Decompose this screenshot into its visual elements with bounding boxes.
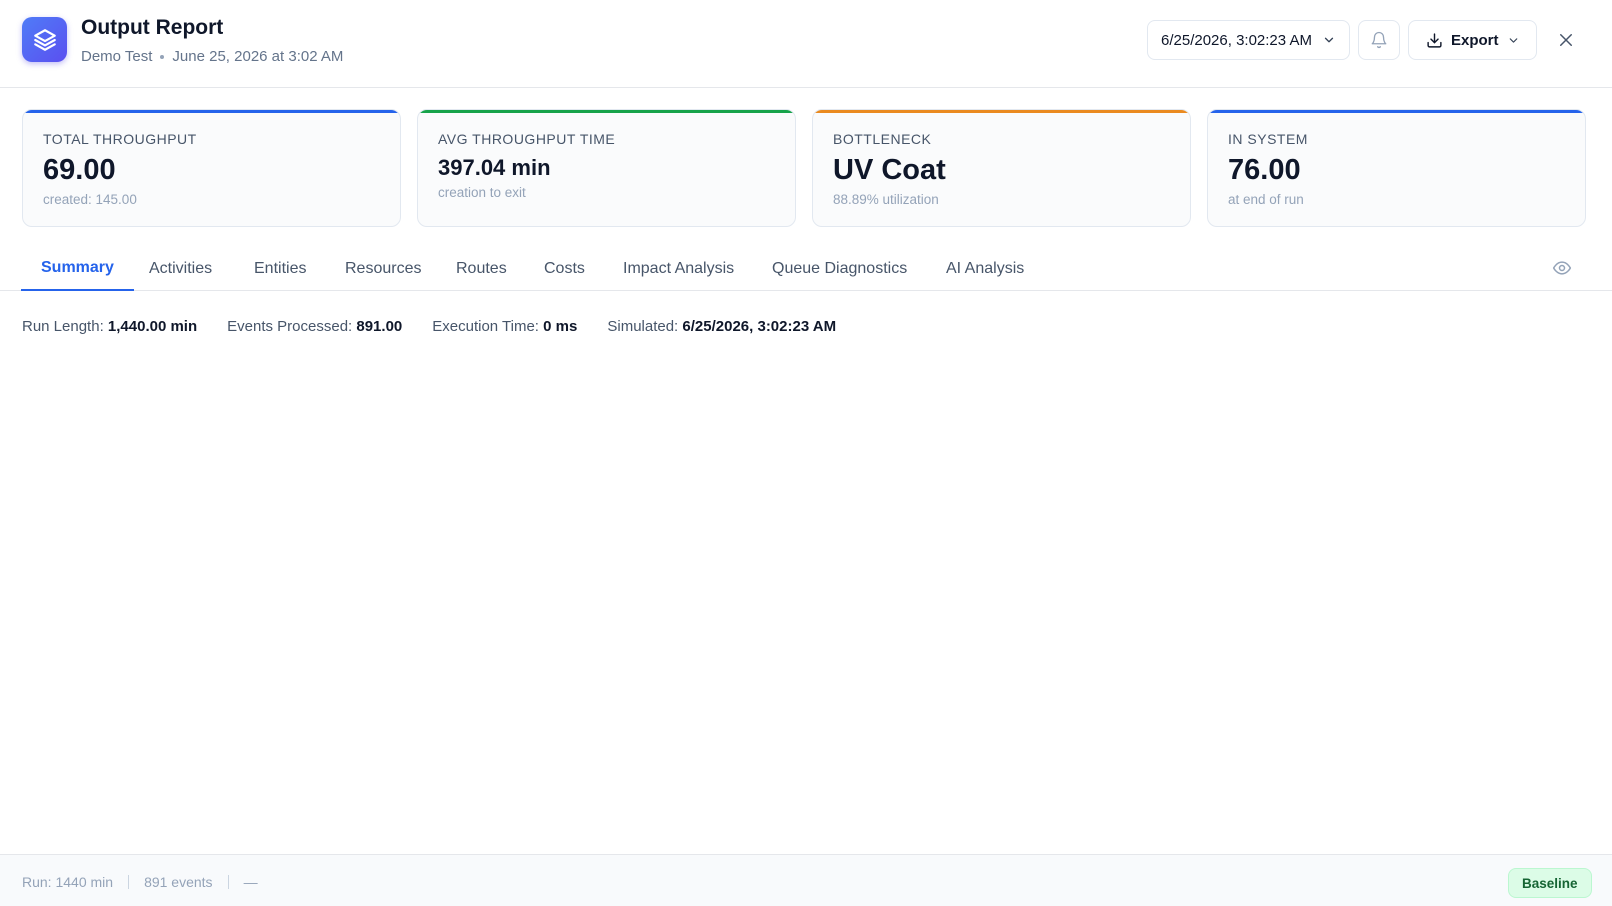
run-selector-dropdown[interactable]: 6/25/2026, 3:02:23 AM <box>1147 20 1350 60</box>
download-icon <box>1427 32 1442 48</box>
stat-label: Execution Time: <box>432 318 539 335</box>
stat-execution-time: Execution Time: 0 ms <box>432 318 577 335</box>
stat-label: Simulated: <box>607 318 679 335</box>
stat-value: 891.00 <box>356 318 403 335</box>
kpi-subtext: 88.89% utilization <box>833 192 939 207</box>
status-badge: Baseline <box>1508 868 1592 898</box>
kpi-value: 397.04 min <box>438 155 551 180</box>
stat-value: 1,440.00 min <box>107 318 198 335</box>
tab-ai-analysis[interactable]: AI Analysis <box>926 246 1044 291</box>
kpi-card-avg-throughput-time: AVG THROUGHPUT TIME 397.04 min creation … <box>417 109 796 227</box>
status-events: 891 events <box>144 874 213 890</box>
status-bar: Run: 1440 min 891 events — Baseline <box>0 854 1612 906</box>
chevron-down-icon <box>1324 37 1334 43</box>
kpi-card-in-system: IN SYSTEM 76.00 at end of run <box>1207 109 1586 227</box>
stat-label: Run Length: <box>22 318 104 335</box>
summary-stats: Run Length: 1,440.00 min Events Processe… <box>22 318 836 335</box>
kpi-label: IN SYSTEM <box>1228 131 1308 147</box>
tab-impact-analysis[interactable]: Impact Analysis <box>603 246 754 291</box>
tab-queue-diagnostics[interactable]: Queue Diagnostics <box>752 246 927 291</box>
stat-value: 0 ms <box>543 318 578 335</box>
kpi-subtext: at end of run <box>1228 192 1304 207</box>
stat-value: 6/25/2026, 3:02:23 AM <box>682 318 837 335</box>
status-info: Run: 1440 min 891 events — <box>22 874 258 890</box>
stat-events-processed: Events Processed: 891.00 <box>227 318 402 335</box>
tab-summary[interactable]: Summary <box>21 246 134 291</box>
page-title: Output Report <box>81 16 224 39</box>
card-accent-bar <box>813 110 1190 113</box>
tab-costs[interactable]: Costs <box>524 246 605 291</box>
kpi-value: UV Coat <box>833 154 946 186</box>
tab-routes[interactable]: Routes <box>436 246 527 291</box>
kpi-card-bottleneck: BOTTLENECK UV Coat 88.89% utilization <box>812 109 1191 227</box>
report-header: Output Report Demo Test June 25, 2026 at… <box>0 0 1612 88</box>
kpi-subtext: creation to exit <box>438 185 526 200</box>
eye-icon <box>1552 261 1572 275</box>
close-button[interactable] <box>1553 27 1579 53</box>
status-run-length: Run: 1440 min <box>22 874 114 890</box>
kpi-value: 69.00 <box>43 154 116 186</box>
notifications-button[interactable] <box>1358 20 1400 60</box>
run-selector-label: 6/25/2026, 3:02:23 AM <box>1161 31 1312 49</box>
separator-dot <box>160 54 165 59</box>
export-label: Export <box>1451 31 1499 49</box>
report-tabs: Summary Activities Entities Resources Ro… <box>0 246 1612 291</box>
divider <box>128 875 130 889</box>
visibility-toggle[interactable] <box>1550 256 1574 280</box>
kpi-value: 76.00 <box>1228 154 1301 186</box>
tab-resources[interactable]: Resources <box>325 246 441 291</box>
status-extra: — <box>243 874 258 890</box>
report-date: June 25, 2026 at 3:02 AM <box>172 48 344 65</box>
tab-entities[interactable]: Entities <box>234 246 326 291</box>
card-accent-bar <box>418 110 795 113</box>
kpi-card-total-throughput: TOTAL THROUGHPUT 69.00 created: 145.00 <box>22 109 401 227</box>
tab-activities[interactable]: Activities <box>129 246 232 291</box>
bell-icon <box>1371 31 1387 49</box>
card-accent-bar <box>1208 110 1585 113</box>
stat-run-length: Run Length: 1,440.00 min <box>22 318 197 335</box>
kpi-label: TOTAL THROUGHPUT <box>43 131 197 147</box>
card-accent-bar <box>23 110 400 113</box>
project-name: Demo Test <box>81 48 153 65</box>
divider <box>227 875 229 889</box>
stat-simulated: Simulated: 6/25/2026, 3:02:23 AM <box>607 318 836 335</box>
report-subtitle: Demo Test June 25, 2026 at 3:02 AM <box>81 48 343 65</box>
kpi-label: BOTTLENECK <box>833 131 932 147</box>
chevron-down-icon <box>1509 37 1517 43</box>
kpi-label: AVG THROUGHPUT TIME <box>438 131 616 147</box>
stat-label: Events Processed: <box>227 318 353 335</box>
export-button[interactable]: Export <box>1408 20 1537 60</box>
kpi-subtext: created: 145.00 <box>43 192 137 207</box>
close-icon <box>1560 34 1572 46</box>
layers-icon <box>22 17 67 62</box>
